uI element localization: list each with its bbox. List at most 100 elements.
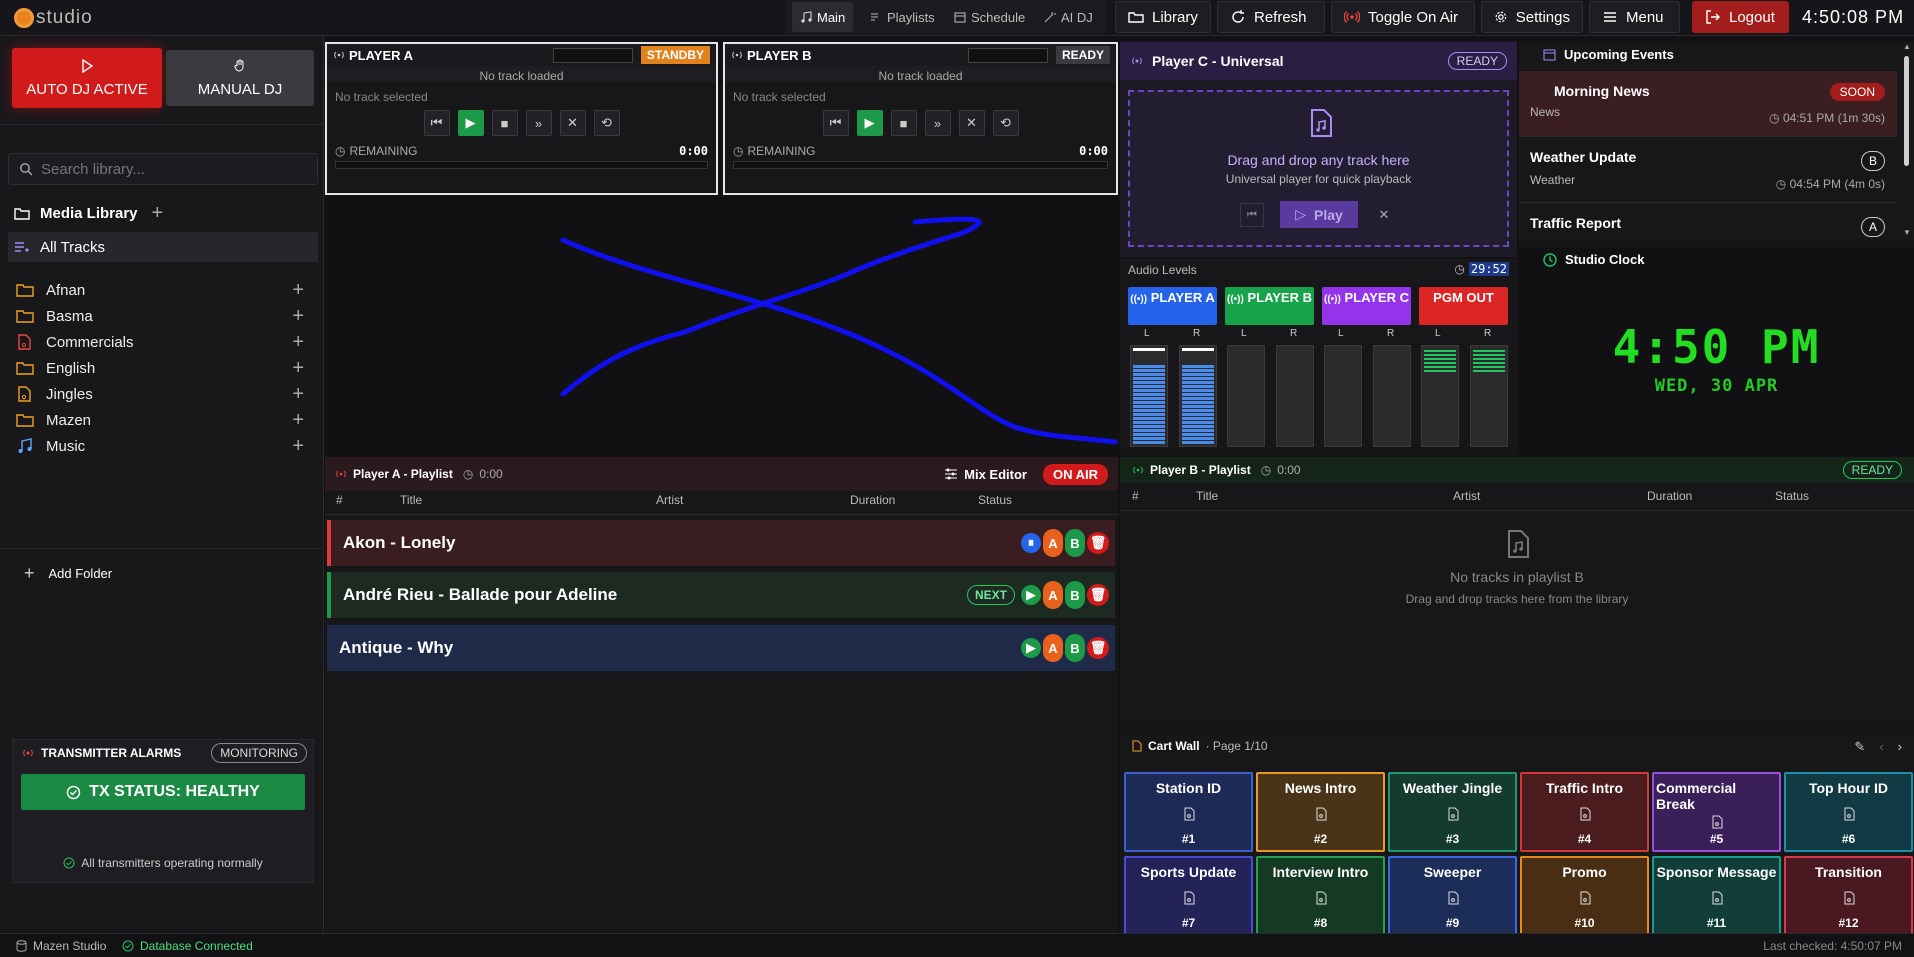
auto-dj-button[interactable]: AUTO DJ ACTIVE — [12, 48, 162, 108]
assign-a-button[interactable]: A — [1043, 581, 1063, 609]
channel-player-a[interactable]: ((•)) PLAYER A — [1128, 287, 1217, 325]
calendar-icon — [1543, 49, 1556, 61]
file-audio-icon — [1579, 807, 1591, 821]
fast-forward-icon[interactable]: » — [924, 110, 951, 136]
edit-icon[interactable]: ✎ — [1854, 739, 1865, 755]
add-icon[interactable]: + — [292, 383, 304, 406]
cart-button[interactable]: Sponsor Message #11 — [1652, 856, 1781, 936]
stop-icon[interactable]: ■ — [890, 110, 917, 136]
clock-icon: ◷ — [1775, 177, 1790, 191]
cart-button[interactable]: Commercial Break #5 — [1652, 772, 1781, 852]
cart-button[interactable]: Traffic Intro #4 — [1520, 772, 1649, 852]
search-box[interactable] — [8, 153, 318, 185]
close-icon[interactable]: ✕ — [1372, 203, 1396, 227]
toggle-on-air-button[interactable]: Toggle On Air — [1331, 1, 1475, 33]
cart-button[interactable]: Top Hour ID #6 — [1784, 772, 1913, 852]
channel-player-b[interactable]: ((•)) PLAYER B — [1225, 287, 1314, 325]
player-c-play-button[interactable]: ▷ Play — [1280, 201, 1358, 228]
player-b-progress[interactable] — [733, 161, 1108, 169]
playlist-row[interactable]: Antique - Why ▶ A B 🗑 — [327, 625, 1115, 671]
menu-button[interactable]: Menu — [1589, 1, 1680, 33]
cart-button[interactable]: Promo #10 — [1520, 856, 1649, 936]
events-scrollbar[interactable]: ▲ ▼ — [1902, 42, 1912, 247]
close-icon[interactable]: ✕ — [559, 110, 586, 136]
skip-back-icon[interactable]: ⏮ — [822, 110, 849, 136]
meter-segment — [1327, 413, 1359, 416]
repeat-icon[interactable]: ⟲ — [593, 110, 620, 136]
cart-button[interactable]: Interview Intro #8 — [1256, 856, 1385, 936]
folder-music[interactable]: Music + — [14, 431, 314, 461]
chevron-right-icon[interactable]: › — [1898, 739, 1902, 755]
channel-label: PLAYER C — [1344, 290, 1409, 305]
delete-icon[interactable]: 🗑 — [1087, 584, 1109, 606]
tx-status-button[interactable]: TX STATUS: HEALTHY — [21, 774, 305, 810]
add-icon[interactable]: + — [292, 409, 304, 432]
event-item[interactable]: Morning News News ◷ 04:51 PM (1m 30s) SO… — [1519, 71, 1897, 137]
add-icon[interactable]: + — [292, 435, 304, 458]
fast-forward-icon[interactable]: » — [525, 110, 552, 136]
repeat-icon[interactable]: ⟲ — [992, 110, 1019, 136]
channel-player-c[interactable]: ((•)) PLAYER C — [1322, 287, 1411, 325]
add-folder-button[interactable]: + Add Folder — [24, 563, 112, 584]
add-icon[interactable]: + — [292, 331, 304, 354]
playlist-b-empty-sub: Drag and drop tracks here from the libra… — [1405, 592, 1629, 606]
event-item[interactable]: Traffic Report A — [1519, 203, 1897, 247]
play-icon[interactable]: ▶ — [1021, 585, 1041, 605]
event-item[interactable]: Weather Update Weather ◷ 04:54 PM (4m 0s… — [1519, 137, 1897, 203]
skip-back-icon[interactable]: ⏮ — [1240, 203, 1264, 227]
add-library-icon[interactable]: + — [152, 202, 164, 225]
player-c-dropzone[interactable]: Drag and drop any track here Universal p… — [1128, 90, 1509, 247]
scroll-thumb[interactable] — [1904, 56, 1909, 166]
file-audio-icon — [18, 334, 31, 350]
cart-button[interactable]: Sports Update #7 — [1124, 856, 1253, 936]
cart-button[interactable]: News Intro #2 — [1256, 772, 1385, 852]
playlist-row[interactable]: Akon - Lonely ⏸ A B 🗑 — [327, 520, 1115, 566]
add-icon[interactable]: + — [292, 279, 304, 302]
assign-b-button[interactable]: B — [1065, 581, 1085, 609]
assign-b-button[interactable]: B — [1065, 529, 1085, 557]
manual-dj-button[interactable]: MANUAL DJ — [166, 50, 314, 106]
scroll-up-icon[interactable]: ▲ — [1903, 42, 1911, 51]
search-input[interactable] — [41, 160, 301, 178]
play-icon[interactable]: ▶ — [1021, 638, 1041, 658]
nav-main[interactable]: Main — [792, 2, 854, 32]
delete-icon[interactable]: 🗑 — [1087, 637, 1109, 659]
cart-button[interactable]: Sweeper #9 — [1388, 856, 1517, 936]
playlist-row[interactable]: André Rieu - Ballade pour Adeline NEXT ▶… — [327, 572, 1115, 618]
play-icon[interactable]: ▶ — [856, 110, 883, 136]
meter-segment — [1376, 413, 1408, 416]
player-a-input[interactable] — [552, 47, 633, 63]
nav-ai-dj[interactable]: AI DJ — [1036, 2, 1101, 32]
play-icon[interactable]: ▶ — [457, 110, 484, 136]
player-b-input[interactable] — [967, 47, 1048, 63]
chevron-left-icon[interactable]: ‹ — [1879, 739, 1883, 755]
logout-button[interactable]: Logout — [1692, 1, 1789, 33]
meter-segment — [1279, 437, 1311, 440]
mix-editor-button[interactable]: Mix Editor — [944, 467, 1027, 482]
refresh-button[interactable]: Refresh — [1217, 1, 1325, 33]
pause-icon[interactable]: ⏸ — [1021, 533, 1041, 553]
add-icon[interactable]: + — [292, 357, 304, 380]
on-air-badge[interactable]: ON AIR — [1042, 463, 1108, 485]
assign-a-button[interactable]: A — [1043, 529, 1063, 557]
assign-a-button[interactable]: A — [1043, 634, 1063, 662]
add-icon[interactable]: + — [292, 305, 304, 328]
drawing-canvas[interactable] — [325, 197, 1118, 455]
media-library-header[interactable]: Media Library + — [14, 202, 163, 225]
cart-button[interactable]: Transition #12 — [1784, 856, 1913, 936]
stop-icon[interactable]: ■ — [491, 110, 518, 136]
scroll-down-icon[interactable]: ▼ — [1903, 228, 1911, 237]
settings-button[interactable]: Settings — [1481, 1, 1583, 33]
channel-pgm-out[interactable]: PGM OUT — [1419, 287, 1508, 325]
library-button[interactable]: Library — [1115, 1, 1211, 33]
cart-button[interactable]: Weather Jingle #3 — [1388, 772, 1517, 852]
close-icon[interactable]: ✕ — [958, 110, 985, 136]
nav-playlists[interactable]: Playlists — [862, 2, 943, 32]
assign-b-button[interactable]: B — [1065, 634, 1085, 662]
cart-button[interactable]: Station ID #1 — [1124, 772, 1253, 852]
player-a-progress[interactable] — [335, 161, 708, 169]
delete-icon[interactable]: 🗑 — [1087, 532, 1109, 554]
all-tracks-item[interactable]: All Tracks — [8, 232, 318, 262]
nav-schedule[interactable]: Schedule — [946, 2, 1033, 32]
skip-back-icon[interactable]: ⏮ — [423, 110, 450, 136]
